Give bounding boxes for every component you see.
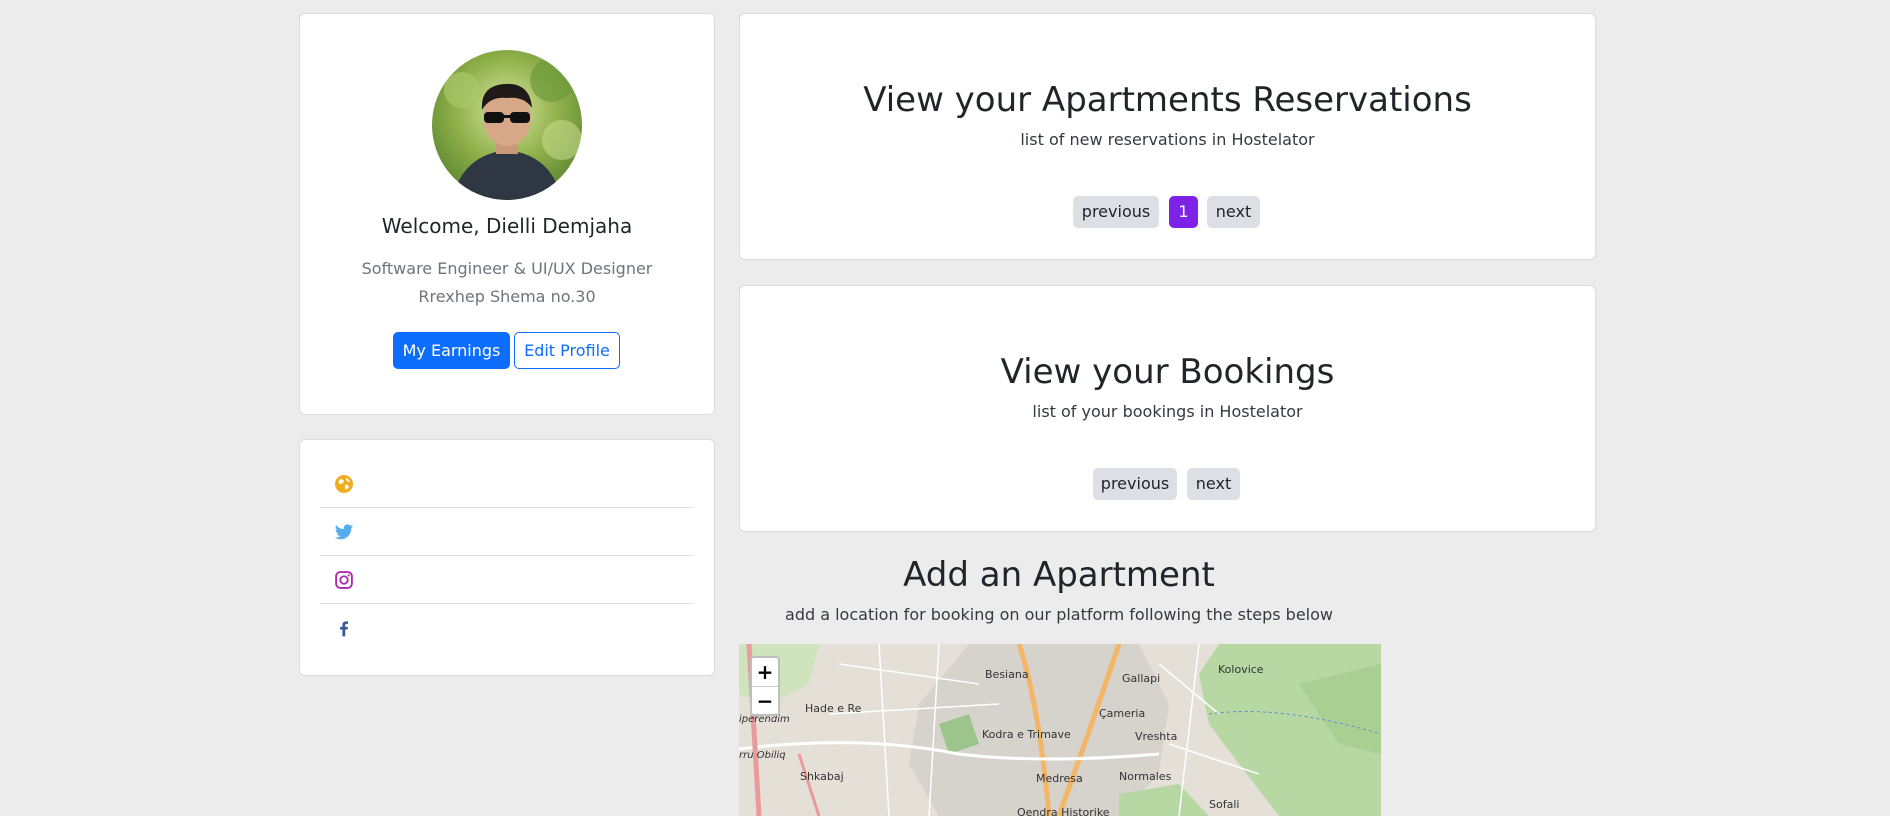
add-apartment-subtitle: add a location for booking on our platfo… <box>785 605 1333 624</box>
map-label-cameria: Çameria <box>1099 707 1146 720</box>
facebook-icon <box>340 621 348 637</box>
address: Rrexhep Shema no.30 <box>418 287 596 306</box>
avatar-image <box>432 50 582 200</box>
reservations-subtitle: list of new reservations in Hostelator <box>1020 130 1315 149</box>
bookings-next-button[interactable]: next <box>1187 468 1240 500</box>
map-label-obiliq: rru Obiliq <box>739 750 786 761</box>
map-label-besiana: Besiana <box>985 668 1029 681</box>
profile-card: Welcome, Dielli Demjaha Software Enginee… <box>299 13 715 415</box>
map-label-vreshta: Vreshta <box>1135 730 1178 743</box>
reservations-page-1-button[interactable]: 1 <box>1169 196 1198 228</box>
my-earnings-button[interactable]: My Earnings <box>393 332 510 369</box>
map-label-shkabaj: Shkabaj <box>800 770 844 783</box>
avatar <box>432 50 582 200</box>
social-item-facebook[interactable] <box>320 604 694 652</box>
twitter-icon <box>334 524 354 540</box>
reservations-title: View your Apartments Reservations <box>863 80 1472 120</box>
edit-profile-button[interactable]: Edit Profile <box>514 332 620 369</box>
map-zoom-control: + − <box>750 656 780 716</box>
add-apartment-title: Add an Apartment <box>903 555 1215 595</box>
bookings-title: View your Bookings <box>1000 352 1335 392</box>
bookings-subtitle: list of your bookings in Hostelator <box>1032 402 1303 421</box>
social-item-twitter[interactable] <box>320 508 694 556</box>
bookings-card: View your Bookings list of your bookings… <box>739 285 1596 532</box>
map-label-kolovice: Kolovice <box>1218 663 1264 676</box>
reservations-card: View your Apartments Reservations list o… <box>739 13 1596 260</box>
welcome-heading: Welcome, Dielli Demjaha <box>381 214 633 238</box>
reservations-previous-button[interactable]: previous <box>1073 196 1159 228</box>
location-map[interactable]: Besiana Gallapi Kolovice Hade e Re ipere… <box>739 644 1381 816</box>
job-title: Software Engineer & UI/UX Designer <box>361 259 653 278</box>
map-label-gallapi: Gallapi <box>1122 672 1161 685</box>
social-links-card <box>299 439 715 676</box>
map-label-medresa: Medresa <box>1036 772 1083 785</box>
reservations-next-button[interactable]: next <box>1207 196 1260 228</box>
social-item-website[interactable] <box>320 460 694 508</box>
globe-icon <box>335 475 353 493</box>
zoom-in-button[interactable]: + <box>752 658 778 687</box>
map-label-qendra: Qendra Historike <box>1017 806 1110 816</box>
map-label-sofali: Sofali <box>1209 798 1240 811</box>
map-label-kodra: Kodra e Trimave <box>982 728 1071 741</box>
instagram-icon <box>335 571 353 589</box>
bookings-previous-button[interactable]: previous <box>1093 468 1177 500</box>
map-label-hade: Hade e Re <box>805 702 862 715</box>
zoom-out-button[interactable]: − <box>752 687 778 715</box>
map-label-normales: Normales <box>1119 770 1172 783</box>
social-item-instagram[interactable] <box>320 556 694 604</box>
